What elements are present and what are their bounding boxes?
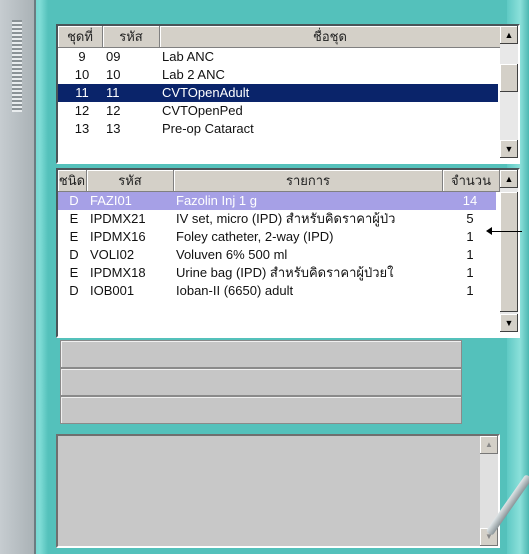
scroll-down-icon[interactable]: ▼ <box>500 140 518 158</box>
table-cell: 13 <box>106 121 121 136</box>
info-field-1[interactable] <box>60 340 462 368</box>
col-item-code[interactable]: รหัส <box>87 170 174 192</box>
table-cell: 11 <box>58 84 102 102</box>
table-cell: CVTOpenAdult <box>158 84 498 102</box>
table-cell: Foley catheter, 2-way (IPD) <box>176 229 334 244</box>
table-cell: 14 <box>440 192 496 210</box>
table-row[interactable]: E IPDMX16 Foley catheter, 2-way (IPD) 1 <box>58 228 496 246</box>
table-cell: 10 <box>106 67 121 82</box>
table-cell: Urine bag (IPD) สำหรับคิดราคาผู้ป่วยใ <box>176 265 394 280</box>
table-cell: Ioban-II (6650) adult <box>176 283 294 298</box>
table-row[interactable]: 9 09 Lab ANC <box>58 48 498 66</box>
set-list-grid[interactable]: ชุดที่ รหัส ชื่อชุด 9 09 Lab ANC 10 10 Lab 2 … <box>56 24 520 164</box>
set-list-rows: 9 09 Lab ANC 10 10 Lab 2 ANC 11 11 CVTOpenAdult 1… <box>58 48 498 138</box>
drag-grip[interactable] <box>12 20 22 112</box>
scroll-thumb[interactable] <box>500 192 518 312</box>
table-row[interactable]: D IOB001 Ioban-II (6650) adult 1 <box>58 282 496 300</box>
table-cell: Lab ANC <box>162 49 215 64</box>
table-cell: 5 <box>466 211 474 226</box>
table-cell: 12 <box>74 103 90 118</box>
col-item-qty[interactable]: จำนวน <box>443 170 500 192</box>
col-set-name[interactable]: ชื่อชุด <box>160 26 501 48</box>
table-cell: Voluven 6% 500 ml <box>176 247 288 262</box>
table-cell: VOLI02 <box>90 247 135 262</box>
table-cell: 13 <box>74 121 90 136</box>
table-row[interactable]: 12 12 CVTOpenPed <box>58 102 498 120</box>
info-field-2[interactable] <box>60 368 462 396</box>
table-row[interactable]: 10 10 Lab 2 ANC <box>58 66 498 84</box>
table-cell: 1 <box>466 265 474 280</box>
table-cell: D <box>58 192 86 210</box>
table-row[interactable]: D FAZI01 Fazolin Inj 1 g 14 <box>58 192 496 210</box>
set-list-scrollbar[interactable]: ▲ ▼ <box>500 26 518 158</box>
left-toolbar-strip <box>0 0 36 554</box>
set-list-header: ชุดที่ รหัส ชื่อชุด <box>58 26 501 48</box>
info-field-3[interactable] <box>60 396 462 424</box>
table-cell: IPDMX16 <box>90 229 146 244</box>
annotation-arrow-line <box>490 231 522 232</box>
scroll-up-icon[interactable]: ▲ <box>480 436 498 454</box>
table-cell: E <box>69 265 79 280</box>
annotation-arrow-icon <box>486 227 492 235</box>
item-list-rows: D FAZI01 Fazolin Inj 1 g 14 E IPDMX21 IV set, … <box>58 192 496 300</box>
col-item-desc[interactable]: รายการ <box>174 170 443 192</box>
scroll-down-icon[interactable]: ▼ <box>500 314 518 332</box>
table-cell: 10 <box>74 67 90 82</box>
table-cell: Pre-op Cataract <box>162 121 254 136</box>
scroll-thumb[interactable] <box>500 64 518 92</box>
table-cell: E <box>69 211 79 226</box>
table-cell: CVTOpenPed <box>162 103 243 118</box>
col-set-no[interactable]: ชุดที่ <box>58 26 103 48</box>
table-cell: IV set, micro (IPD) สำหรับคิดราคาผู้ป่ว <box>176 211 396 226</box>
table-cell: D <box>69 283 79 298</box>
table-cell: 12 <box>106 103 121 118</box>
table-row[interactable]: E IPDMX21 IV set, micro (IPD) สำหรับคิดราค… <box>58 210 496 228</box>
scroll-up-icon[interactable]: ▲ <box>500 26 518 44</box>
table-row[interactable]: 11 11 CVTOpenAdult <box>58 84 498 102</box>
table-cell: Fazolin Inj 1 g <box>172 192 440 210</box>
table-cell: Lab 2 ANC <box>162 67 225 82</box>
col-set-code[interactable]: รหัส <box>103 26 160 48</box>
scroll-up-icon[interactable]: ▲ <box>500 170 518 188</box>
table-cell: 11 <box>102 84 158 102</box>
item-list-scrollbar[interactable]: ▲ ▼ <box>500 170 518 332</box>
table-cell: IPDMX21 <box>90 211 146 226</box>
table-cell: IOB001 <box>90 283 135 298</box>
table-cell: 09 <box>106 49 121 64</box>
col-item-type[interactable]: ชนิด <box>58 170 87 192</box>
table-cell: FAZI01 <box>86 192 172 210</box>
table-cell: E <box>69 229 79 244</box>
table-cell: IPDMX18 <box>90 265 146 280</box>
table-cell: D <box>69 247 79 262</box>
table-row[interactable]: 13 13 Pre-op Cataract <box>58 120 498 138</box>
table-cell: 1 <box>466 247 474 262</box>
table-row[interactable]: E IPDMX18 Urine bag (IPD) สำหรับคิดราคาผู้… <box>58 264 496 282</box>
table-cell: 1 <box>466 283 474 298</box>
item-list-grid[interactable]: ชนิด รหัส รายการ จำนวน D FAZI01 Fazolin In… <box>56 168 520 338</box>
table-row[interactable]: D VOLI02 Voluven 6% 500 ml 1 <box>58 246 496 264</box>
item-list-header: ชนิด รหัส รายการ จำนวน <box>58 170 500 192</box>
table-cell: 9 <box>78 49 86 64</box>
memo-textarea[interactable]: ▲ ▼ <box>56 434 500 548</box>
